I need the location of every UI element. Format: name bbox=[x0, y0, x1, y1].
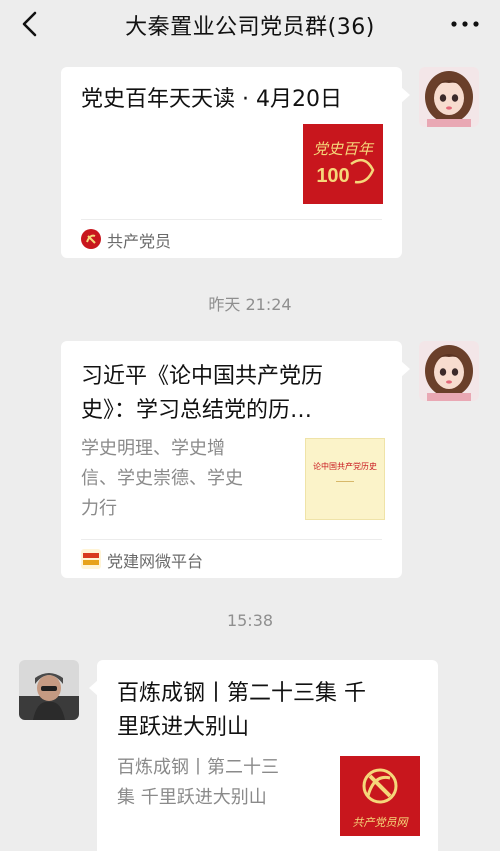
card-description-line: 力行 bbox=[81, 498, 117, 519]
article-card[interactable]: 党史百年天天读 · 4月20日 党史百年 100 共产党员 bbox=[61, 67, 410, 258]
card-title-line: 百炼成钢丨第二十三集 千 bbox=[117, 681, 366, 706]
card-source-bar: 共产党员 bbox=[81, 219, 382, 258]
card-title-line: 习近平《论中国共产党历 bbox=[81, 364, 324, 389]
thumbnail-site-name: 共产党员网 bbox=[352, 817, 408, 829]
card-thumbnail: 共产党员网 bbox=[340, 756, 420, 836]
bubble-tail bbox=[401, 361, 410, 377]
chat-title: 大秦置业公司党员群(36) bbox=[125, 15, 375, 40]
card-thumbnail: 党史百年 100 bbox=[303, 124, 383, 204]
card-title: 党史百年天天读 · 4月20日 bbox=[81, 87, 342, 112]
source-name: 共产党员 bbox=[107, 232, 172, 251]
article-card[interactable]: 习近平《论中国共产党历 史》：学习总结党的历… 学史明理、学史增 信、学史崇德、… bbox=[61, 341, 410, 578]
card-description-line: 百炼成钢丨第二十三 bbox=[117, 757, 279, 778]
card-description-line: 信、学史崇德、学史 bbox=[81, 468, 243, 489]
card-description-line: 集 千里跃进大别山 bbox=[117, 787, 267, 808]
card-title-line: 史》：学习总结党的历… bbox=[81, 398, 313, 423]
card-thumbnail: 论中国共产党历史 bbox=[305, 438, 385, 520]
bubble-tail bbox=[401, 87, 410, 103]
article-card[interactable]: 百炼成钢丨第二十三集 千 里跃进大别山 百炼成钢丨第二十三 集 千里跃进大别山 … bbox=[89, 660, 438, 851]
thumbnail-rule bbox=[336, 481, 354, 482]
sender-avatar[interactable] bbox=[19, 660, 79, 720]
chat-header: 大秦置业公司党员群(36) bbox=[0, 0, 500, 48]
bubble-tail bbox=[89, 680, 98, 696]
more-options-icon[interactable] bbox=[448, 10, 482, 38]
party-emblem-icon bbox=[81, 229, 101, 249]
thumbnail-number: 100 bbox=[316, 165, 349, 187]
dangjian-logo-icon bbox=[81, 549, 101, 569]
card-title-line: 里跃进大别山 bbox=[117, 715, 250, 740]
source-name: 党建网微平台 bbox=[107, 552, 204, 571]
thumbnail-script-text: 党史百年 bbox=[313, 141, 375, 158]
card-description-line: 学史明理、学史增 bbox=[81, 438, 225, 459]
timestamp: 昨天 21:24 bbox=[208, 295, 292, 314]
sender-avatar[interactable] bbox=[419, 341, 479, 401]
sender-avatar[interactable] bbox=[419, 67, 479, 127]
timestamp: 15:38 bbox=[226, 611, 274, 630]
thumbnail-book-title: 论中国共产党历史 bbox=[313, 462, 377, 471]
card-source-bar: 党建网微平台 bbox=[81, 539, 382, 578]
